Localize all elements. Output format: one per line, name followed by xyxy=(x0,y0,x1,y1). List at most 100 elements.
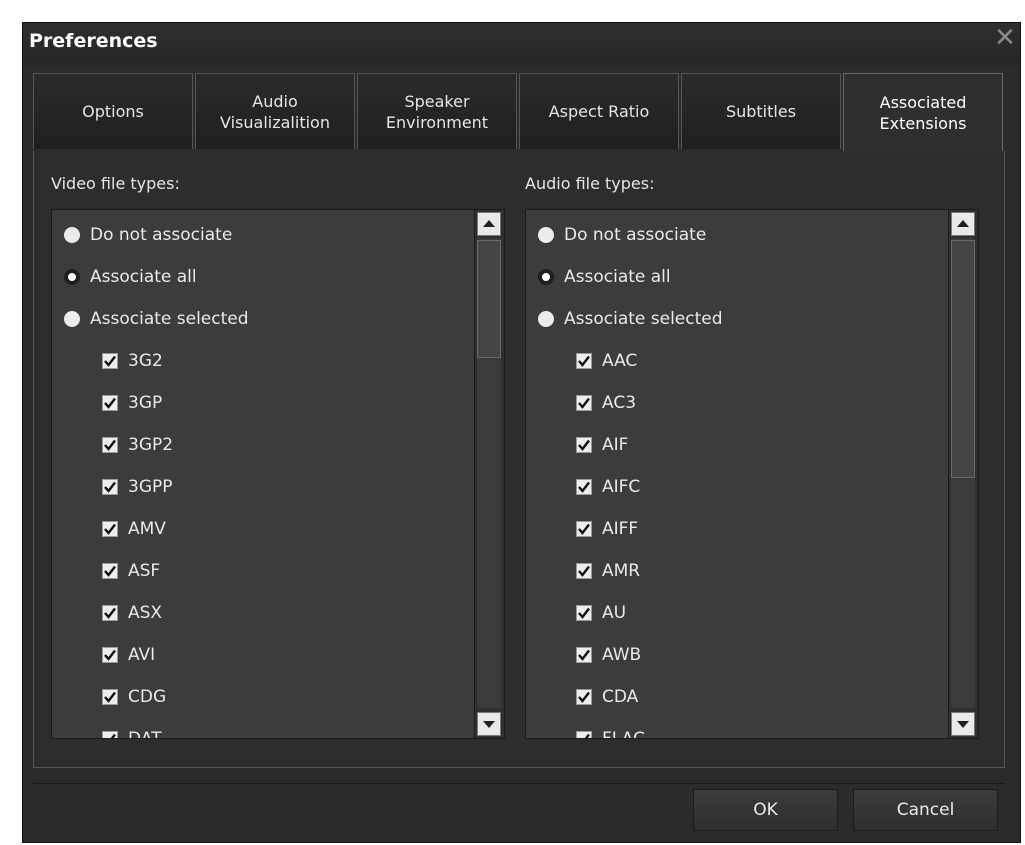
tab-label: Aspect Ratio xyxy=(548,102,650,121)
radio-label: Associate all xyxy=(90,267,197,287)
video-radio-do-not-associate[interactable]: Do not associate xyxy=(64,214,232,256)
radio-label: Associate all xyxy=(564,267,671,287)
radio-label: Associate selected xyxy=(90,309,249,329)
video-type-item[interactable]: 3GPP xyxy=(102,466,173,508)
audio-type-item[interactable]: AIF xyxy=(576,424,628,466)
checkbox-checked[interactable] xyxy=(102,605,118,621)
video-scrollbar[interactable] xyxy=(474,210,504,738)
checkbox-checked[interactable] xyxy=(102,521,118,537)
audio-scrollbar[interactable] xyxy=(948,210,978,738)
checkbox-checked[interactable] xyxy=(576,689,592,705)
video-type-item[interactable]: 3GP2 xyxy=(102,424,173,466)
audio-radio-associate-all[interactable]: Associate all xyxy=(538,256,671,298)
checkbox-checked[interactable] xyxy=(102,479,118,495)
tab-label-line1: Audio xyxy=(252,91,298,111)
video-type-item[interactable]: AMV xyxy=(102,508,166,550)
type-label: AVI xyxy=(128,645,156,665)
checkbox-checked[interactable] xyxy=(576,521,592,537)
tab-aspect-ratio[interactable]: Aspect Ratio xyxy=(519,73,679,149)
video-type-item[interactable]: 3G2 xyxy=(102,340,163,382)
tab-label-line1: Associated xyxy=(879,92,967,112)
video-type-item[interactable]: DAT xyxy=(102,718,162,739)
radio-button[interactable] xyxy=(538,227,554,243)
video-types-list[interactable]: Do not associate Associate all Associate… xyxy=(51,209,505,739)
checkbox-checked[interactable] xyxy=(102,437,118,453)
audio-type-item[interactable]: CDA xyxy=(576,676,638,718)
window-title: Preferences xyxy=(29,30,158,52)
audio-type-item[interactable]: AC3 xyxy=(576,382,636,424)
video-radio-associate-all[interactable]: Associate all xyxy=(64,256,197,298)
video-type-item[interactable]: ASF xyxy=(102,550,160,592)
audio-type-item[interactable]: AMR xyxy=(576,550,640,592)
checkbox-checked[interactable] xyxy=(102,731,118,738)
radio-button-selected[interactable] xyxy=(538,269,554,285)
tab-options[interactable]: Options xyxy=(33,73,193,149)
audio-type-item[interactable]: AAC xyxy=(576,340,637,382)
type-label: AWB xyxy=(602,645,642,665)
close-icon[interactable]: ✕ xyxy=(992,25,1018,51)
scroll-up-arrow-icon[interactable] xyxy=(477,212,501,236)
audio-file-types-label: Audio file types: xyxy=(525,174,655,193)
checkbox-checked[interactable] xyxy=(576,605,592,621)
video-type-item[interactable]: AVI xyxy=(102,634,155,676)
type-label: FLAC xyxy=(602,729,645,739)
type-label: AC3 xyxy=(602,393,637,413)
type-label: AIF xyxy=(602,435,629,455)
video-type-item[interactable]: 3GP xyxy=(102,382,162,424)
type-label: ASX xyxy=(128,603,163,623)
scroll-thumb[interactable] xyxy=(477,240,501,358)
ok-button[interactable]: OK xyxy=(693,789,838,831)
checkbox-checked[interactable] xyxy=(576,563,592,579)
checkbox-checked[interactable] xyxy=(576,479,592,495)
tab-associated-extensions[interactable]: Associated Extensions xyxy=(843,73,1003,151)
tab-label-line1: Speaker xyxy=(404,91,470,111)
checkbox-checked[interactable] xyxy=(576,731,592,738)
tab-audio-visualization[interactable]: Audio Visualizalition xyxy=(195,73,355,149)
checkbox-checked[interactable] xyxy=(102,689,118,705)
checkbox-checked[interactable] xyxy=(102,353,118,369)
type-label: 3GP2 xyxy=(128,435,174,455)
checkbox-checked[interactable] xyxy=(576,437,592,453)
type-label: 3GP xyxy=(128,393,163,413)
scroll-thumb[interactable] xyxy=(951,240,975,478)
audio-radio-associate-selected[interactable]: Associate selected xyxy=(538,298,723,340)
type-label: 3GPP xyxy=(128,477,173,497)
checkbox-checked[interactable] xyxy=(102,395,118,411)
video-type-item[interactable]: CDG xyxy=(102,676,166,718)
tab-speaker-environment[interactable]: Speaker Environment xyxy=(357,73,517,149)
audio-types-list[interactable]: Do not associate Associate all Associate… xyxy=(525,209,979,739)
scroll-down-arrow-icon[interactable] xyxy=(477,712,501,736)
type-label: AMV xyxy=(128,519,166,539)
video-radio-associate-selected[interactable]: Associate selected xyxy=(64,298,249,340)
type-label: DAT xyxy=(128,729,162,739)
radio-button[interactable] xyxy=(64,227,80,243)
audio-type-item[interactable]: AWB xyxy=(576,634,641,676)
radio-button[interactable] xyxy=(538,311,554,327)
checkbox-checked[interactable] xyxy=(576,395,592,411)
audio-type-item[interactable]: FLAC xyxy=(576,718,645,739)
button-bar: OK Cancel xyxy=(33,783,1005,834)
type-label: AU xyxy=(602,603,627,623)
video-type-item[interactable]: ASX xyxy=(102,592,162,634)
type-label: ASF xyxy=(128,561,161,581)
radio-button-selected[interactable] xyxy=(64,269,80,285)
type-label: AMR xyxy=(602,561,641,581)
audio-type-item[interactable]: AIFC xyxy=(576,466,640,508)
radio-button[interactable] xyxy=(64,311,80,327)
scroll-up-arrow-icon[interactable] xyxy=(951,212,975,236)
checkbox-checked[interactable] xyxy=(102,647,118,663)
type-label: AAC xyxy=(602,351,638,371)
audio-radio-do-not-associate[interactable]: Do not associate xyxy=(538,214,706,256)
scroll-down-arrow-icon[interactable] xyxy=(951,712,975,736)
title-bar[interactable]: Preferences ✕ xyxy=(23,23,1020,65)
tab-subtitles[interactable]: Subtitles xyxy=(681,73,841,149)
checkbox-checked[interactable] xyxy=(102,563,118,579)
type-label: CDG xyxy=(128,687,167,707)
cancel-button[interactable]: Cancel xyxy=(853,789,998,831)
checkbox-checked[interactable] xyxy=(576,353,592,369)
type-label: CDA xyxy=(602,687,639,707)
checkbox-checked[interactable] xyxy=(576,647,592,663)
tab-label-line2: Environment xyxy=(385,112,489,132)
audio-type-item[interactable]: AIFF xyxy=(576,508,638,550)
audio-type-item[interactable]: AU xyxy=(576,592,626,634)
